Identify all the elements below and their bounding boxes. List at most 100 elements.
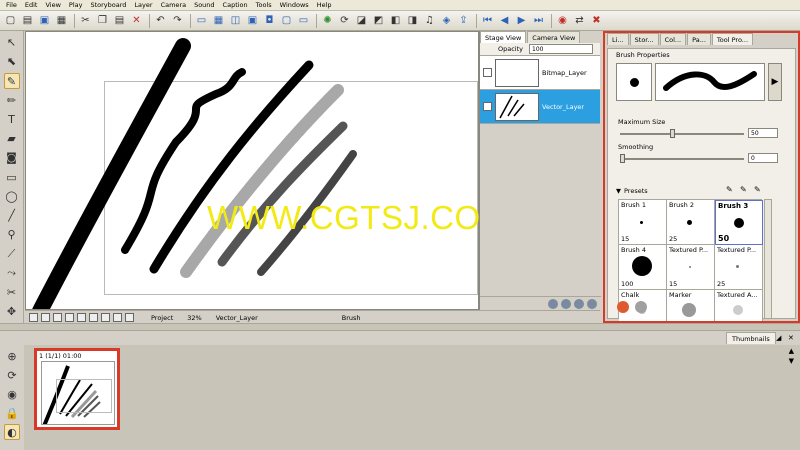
layer-visibility-icon[interactable] bbox=[483, 102, 492, 111]
thumb-down-icon[interactable]: ▼ bbox=[789, 357, 794, 365]
menu-file[interactable]: File bbox=[6, 1, 17, 9]
cut-icon[interactable]: ✂ bbox=[78, 13, 93, 28]
first-frame-icon[interactable]: ⏮ bbox=[480, 13, 495, 28]
brush-menu-arrow-icon[interactable]: ▶ bbox=[768, 63, 782, 101]
smoothing-input[interactable]: 0 bbox=[748, 153, 778, 163]
layer-add-icon[interactable]: ◪ bbox=[354, 13, 369, 28]
tab-tool-properties[interactable]: Tool Pro... bbox=[711, 33, 754, 45]
brush-icon[interactable]: ✎ bbox=[3, 73, 20, 89]
rotate-view-icon[interactable]: ⟳ bbox=[4, 367, 20, 383]
fit-icon[interactable]: ▢ bbox=[279, 13, 294, 28]
sound-scrub-icon[interactable]: ◉ bbox=[555, 13, 570, 28]
cutter-icon[interactable]: ✂ bbox=[4, 285, 20, 300]
copy-icon[interactable]: ❐ bbox=[95, 13, 110, 28]
preset-cell[interactable]: Brush 1 15 bbox=[619, 200, 667, 245]
zoom-level[interactable]: 32% bbox=[187, 314, 201, 322]
menu-layer[interactable]: Layer bbox=[134, 1, 152, 9]
preset-cell[interactable]: Textured P... 25 bbox=[715, 245, 763, 290]
tab-colour[interactable]: Col... bbox=[659, 33, 687, 45]
tab-storyboard[interactable]: Stor... bbox=[629, 33, 659, 45]
tab-camera-view[interactable]: Camera View bbox=[527, 31, 581, 43]
slider-knob[interactable] bbox=[620, 154, 625, 163]
max-size-slider[interactable] bbox=[620, 129, 744, 138]
grid-toggle-icon[interactable] bbox=[53, 313, 62, 322]
layer-vector[interactable]: Vector_Layer bbox=[480, 90, 600, 124]
next-icon[interactable]: ⏭ bbox=[531, 13, 546, 28]
print-icon[interactable]: ▦ bbox=[54, 13, 69, 28]
slider-knob[interactable] bbox=[670, 129, 675, 138]
misc-icon[interactable]: ✖ bbox=[589, 13, 604, 28]
menu-caption[interactable]: Caption bbox=[223, 1, 248, 9]
window-icon[interactable]: ▭ bbox=[296, 13, 311, 28]
stroke-icon[interactable]: ⤳ bbox=[4, 265, 20, 280]
sync-icon[interactable]: ⟳ bbox=[337, 13, 352, 28]
undo-icon[interactable]: ↶ bbox=[153, 13, 168, 28]
collapse-icon[interactable]: ▼ bbox=[616, 187, 621, 195]
menu-storyboard[interactable]: Storyboard bbox=[90, 1, 126, 9]
color-icon[interactable] bbox=[125, 313, 134, 322]
preset-cell-selected[interactable]: Brush 3 50 bbox=[715, 200, 763, 245]
loop-icon[interactable]: ⇄ bbox=[572, 13, 587, 28]
brush-reset-icon[interactable] bbox=[617, 301, 629, 313]
paint-icon[interactable]: ◙ bbox=[4, 150, 20, 165]
menu-icon[interactable]: ◢ bbox=[776, 334, 781, 342]
light-icon[interactable]: ◐ bbox=[4, 424, 20, 440]
pencil-icon[interactable]: ✏ bbox=[4, 93, 20, 108]
open-icon[interactable]: ▤ bbox=[20, 13, 35, 28]
panel-add-icon[interactable]: ◨ bbox=[405, 13, 420, 28]
line-icon[interactable]: ╱ bbox=[4, 208, 20, 223]
rectangle-icon[interactable]: ▭ bbox=[4, 169, 20, 184]
onion-skin-icon[interactable] bbox=[29, 313, 38, 322]
tab-stage-view[interactable]: Stage View bbox=[480, 31, 527, 43]
preset-cell[interactable]: Brush 4 100 bbox=[619, 245, 667, 290]
layer-bitmap[interactable]: Bitmap_Layer bbox=[480, 56, 600, 90]
drawing-layer-icon[interactable]: ◩ bbox=[371, 13, 386, 28]
panel-icon[interactable]: ▣ bbox=[245, 13, 260, 28]
menu-help[interactable]: Help bbox=[317, 1, 332, 9]
tab-library[interactable]: Li... bbox=[607, 33, 629, 45]
delete-preset-icon[interactable]: ✎ bbox=[754, 185, 763, 194]
eraser-icon[interactable]: ▰ bbox=[4, 131, 20, 146]
zoom-icon[interactable]: ⊕ bbox=[4, 348, 20, 364]
add-layer-icon[interactable] bbox=[548, 298, 558, 309]
opacity-input[interactable]: 100 bbox=[529, 44, 594, 54]
export-icon[interactable]: ⇪ bbox=[456, 13, 471, 28]
thumb-up-icon[interactable]: ▲ bbox=[789, 347, 794, 355]
render-icon[interactable]: ✺ bbox=[320, 13, 335, 28]
field-guide-icon[interactable] bbox=[77, 313, 86, 322]
presets-header[interactable]: ▼ Presets bbox=[616, 187, 648, 195]
previous-icon[interactable]: ◀ bbox=[497, 13, 512, 28]
menu-view[interactable]: View bbox=[45, 1, 60, 9]
rotate-icon[interactable] bbox=[101, 313, 110, 322]
polyline-icon[interactable]: ⟋ bbox=[4, 246, 20, 261]
tab-panel[interactable]: Pa... bbox=[687, 33, 711, 45]
light-table-icon[interactable] bbox=[41, 313, 50, 322]
redo-icon[interactable]: ↷ bbox=[170, 13, 185, 28]
brush-options-icon[interactable] bbox=[635, 301, 647, 313]
layout-icon[interactable]: ◫ bbox=[228, 13, 243, 28]
view-mode-icon[interactable]: ▭ bbox=[194, 13, 209, 28]
save-icon[interactable]: ▣ bbox=[37, 13, 52, 28]
menu-edit[interactable]: Edit bbox=[25, 1, 38, 9]
safe-area-icon[interactable] bbox=[65, 313, 74, 322]
stage-canvas[interactable] bbox=[25, 31, 479, 310]
menu-play[interactable]: Play bbox=[69, 1, 83, 9]
camera-icon[interactable]: ◘ bbox=[262, 13, 277, 28]
flip-icon[interactable] bbox=[113, 313, 122, 322]
ellipse-icon[interactable]: ◯ bbox=[4, 189, 20, 204]
delete-icon[interactable]: ✕ bbox=[129, 13, 144, 28]
contour-editor-icon[interactable]: ⬉ bbox=[4, 54, 20, 69]
new-preset-icon[interactable]: ✎ bbox=[726, 185, 735, 194]
camera-tool-icon[interactable]: ◉ bbox=[4, 386, 20, 402]
hand-icon[interactable]: ✥ bbox=[4, 304, 20, 319]
sound-icon[interactable]: ♫ bbox=[422, 13, 437, 28]
menu-sound[interactable]: Sound bbox=[194, 1, 214, 9]
select-icon[interactable]: ↖ bbox=[4, 35, 20, 50]
new-project-icon[interactable]: ▢ bbox=[3, 13, 18, 28]
delete-layer-icon[interactable] bbox=[587, 298, 597, 309]
menu-tools[interactable]: Tools bbox=[256, 1, 272, 9]
menu-windows[interactable]: Windows bbox=[280, 1, 309, 9]
lock-icon[interactable]: 🔒 bbox=[4, 405, 20, 421]
grid-icon[interactable]: ▦ bbox=[211, 13, 226, 28]
add-bitmap-layer-icon[interactable] bbox=[574, 298, 584, 309]
